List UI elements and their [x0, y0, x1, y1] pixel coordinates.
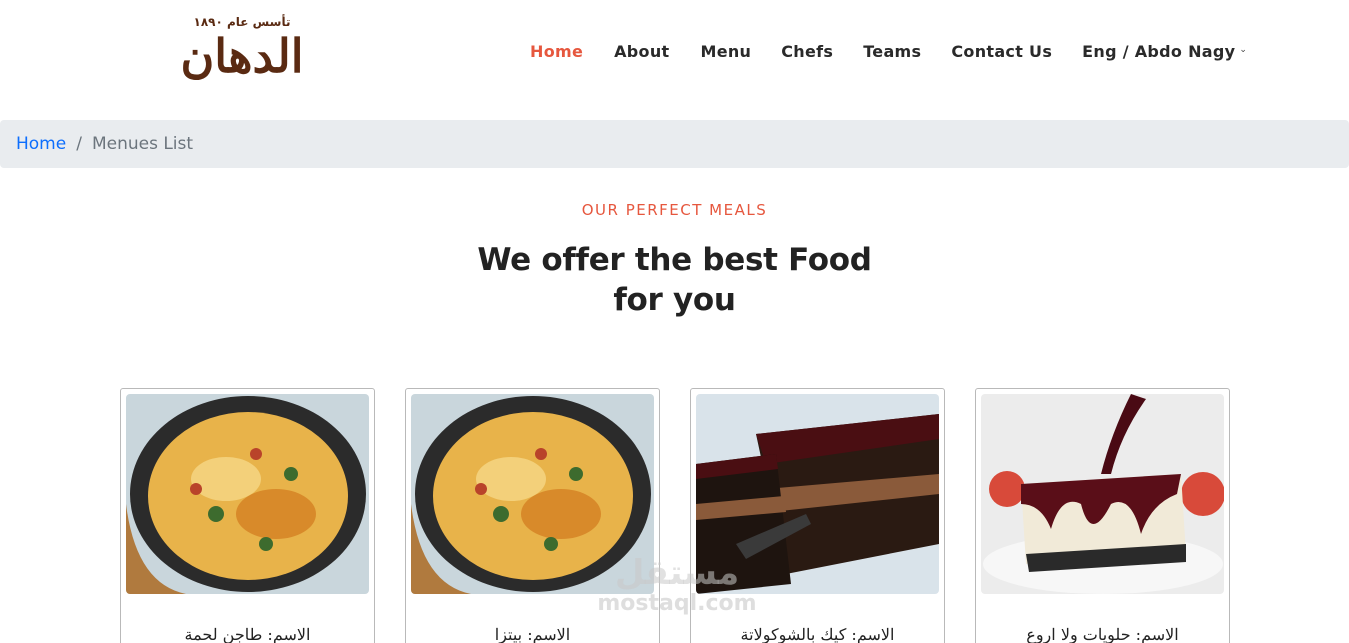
menu-card[interactable]: الاسم: طاجن لحمة [120, 388, 375, 643]
meal-name: الاسم: بيتزا [494, 625, 571, 643]
user-dropdown[interactable]: Eng / Abdo Nagy ⌄ [1082, 42, 1247, 61]
svg-text:تأسس عام ١٨٩٠: تأسس عام ١٨٩٠ [194, 14, 291, 30]
menu-card[interactable]: الاسم: بيتزا [405, 388, 660, 643]
breadcrumb-current: Menues List [91, 134, 194, 154]
meal-name: الاسم: كيك بالشوكولاتة [740, 625, 895, 643]
nav-chefs[interactable]: Chefs [781, 42, 833, 61]
menu-card[interactable]: الاسم: كيك بالشوكولاتة [690, 388, 945, 643]
nav-menu[interactable]: Menu [700, 42, 751, 61]
svg-text:الدهان: الدهان [181, 29, 304, 80]
meal-image-tagine[interactable] [126, 394, 369, 594]
breadcrumb: Home / Menues List [0, 120, 1349, 168]
main-nav: Home About Menu Chefs Teams Contact Us E… [530, 40, 1247, 62]
section-subtitle: OUR PERFECT MEALS [581, 201, 768, 219]
meal-name: الاسم: حلويات ولا اروع [1026, 625, 1179, 643]
section-title-line-1: We offer the best Food [477, 242, 872, 278]
breadcrumb-separator: / [76, 134, 82, 154]
meal-image-chocolate-cake[interactable] [696, 394, 939, 594]
chevron-down-icon: ⌄ [1239, 45, 1247, 55]
breadcrumb-home[interactable]: Home [16, 134, 66, 154]
section-title: We offer the best Food for you [0, 240, 1349, 320]
user-dropdown-label[interactable]: Eng / Abdo Nagy [1082, 42, 1235, 61]
meal-name: الاسم: طاجن لحمة [184, 625, 311, 643]
site-header: تأسس عام ١٨٩٠ الدهان Home About Menu Che… [0, 0, 1349, 105]
nav-contact-us[interactable]: Contact Us [951, 42, 1052, 61]
meal-image-pizza[interactable] [411, 394, 654, 594]
site-logo[interactable]: تأسس عام ١٨٩٠ الدهان [150, 8, 335, 80]
nav-teams[interactable]: Teams [863, 42, 921, 61]
section-title-line-2: for you [613, 282, 736, 318]
menu-card[interactable]: الاسم: حلويات ولا اروع [975, 388, 1230, 643]
logo-mark: تأسس عام ١٨٩٠ الدهان [181, 14, 304, 80]
nav-about[interactable]: About [614, 42, 669, 61]
nav-home[interactable]: Home [530, 42, 583, 61]
meal-image-cheesecake[interactable] [981, 394, 1224, 594]
